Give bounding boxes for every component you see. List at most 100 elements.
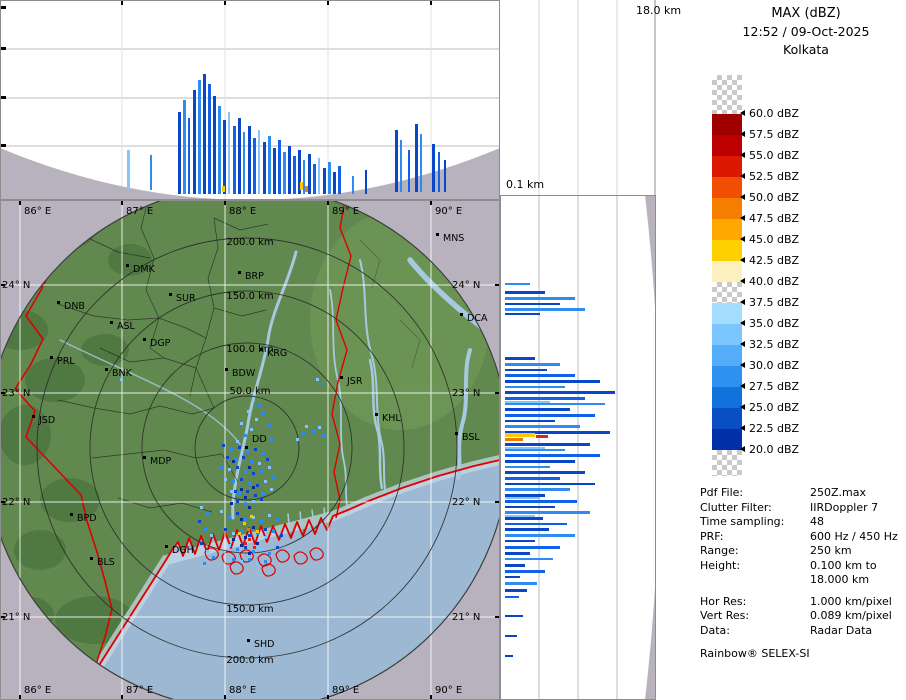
lat-label: 21° N: [452, 612, 480, 623]
scale-label: 30.0 dBZ: [749, 359, 799, 372]
city-label: BLS: [97, 557, 115, 568]
scale-label-row: 55.0 dBZ: [740, 149, 799, 161]
colorbar-block: [712, 345, 742, 366]
lon-label: 86° E: [24, 206, 51, 217]
city-label: BSL: [462, 432, 480, 443]
lon-label: 89° E: [332, 685, 359, 696]
info-value: 1.000 km/pixel: [810, 595, 892, 610]
info-value: 0.089 km/pixel: [810, 609, 892, 624]
city-marker: [110, 321, 113, 324]
city-marker: [238, 271, 241, 274]
scale-tick-icon: [740, 404, 745, 410]
scale-label: 57.5 dBZ: [749, 128, 799, 141]
scale-tick-icon: [740, 131, 745, 137]
legend-panel: MAX (dBZ) 12:52 / 09-Oct-2025 Kolkata: [656, 0, 906, 700]
city-marker: [50, 356, 53, 359]
info-value: 250 km: [810, 544, 852, 559]
colorbar-block: [712, 198, 742, 219]
range-ring-label: 150.0 km: [226, 291, 273, 302]
city-label: BRP: [245, 271, 264, 282]
city-label: SUR: [176, 293, 196, 304]
scale-label-row: 45.0 dBZ: [740, 233, 799, 245]
scale-tick-icon: [740, 425, 745, 431]
info-spacer: [700, 588, 906, 595]
colorbar-block-gap: [712, 282, 742, 303]
city-label: MDP: [150, 456, 172, 467]
colorbar-block-above-max: [712, 75, 742, 114]
range-ring-label: 200.0 km: [226, 655, 273, 666]
scale-label: 25.0 dBZ: [749, 401, 799, 414]
info-value: 0.100 km to: [810, 559, 877, 574]
city-label: ASL: [117, 321, 136, 332]
info-row: Range:250 km: [700, 544, 906, 559]
city-marker: [126, 264, 129, 267]
range-ring-label: 200.0 km: [226, 237, 273, 248]
info-row: Height:0.100 km to: [700, 559, 906, 574]
colorbar-block: [712, 135, 742, 156]
lat-label: 21° N: [2, 612, 30, 623]
info-value: IIRDoppler 7: [810, 501, 878, 516]
radar-display-root: 18.0 km 0.1 km: [0, 0, 906, 700]
scale-label-row: 40.0 dBZ: [740, 275, 799, 287]
info-label: Hor Res:: [700, 595, 810, 610]
scale-label: 45.0 dBZ: [749, 233, 799, 246]
scale-label: 52.5 dBZ: [749, 170, 799, 183]
city-label: DGH: [172, 545, 194, 556]
city-marker: [143, 456, 146, 459]
height-axis-min-label: 0.1 km: [506, 178, 544, 191]
lat-label: 22° N: [2, 497, 30, 508]
scale-label: 20.0 dBZ: [749, 443, 799, 456]
city-marker: [57, 301, 60, 304]
info-label: Data:: [700, 624, 810, 639]
scale-label-row: 27.5 dBZ: [740, 380, 799, 392]
city-label: DGP: [150, 338, 171, 349]
city-marker: [460, 313, 463, 316]
scale-label-row: 30.0 dBZ: [740, 359, 799, 371]
info-row: Data:Radar Data: [700, 624, 906, 639]
city-marker: [169, 293, 172, 296]
scale-label: 22.5 dBZ: [749, 422, 799, 435]
city-marker: [143, 338, 146, 341]
info-row: Hor Res:1.000 km/pixel: [700, 595, 906, 610]
colorbar-block: [712, 156, 742, 177]
scale-label-row: 35.0 dBZ: [740, 317, 799, 329]
colorbar-block: [712, 387, 742, 408]
scale-label-row: 50.0 dBZ: [740, 191, 799, 203]
city-marker: [90, 557, 93, 560]
city-marker: [375, 413, 378, 416]
legend-header: MAX (dBZ) 12:52 / 09-Oct-2025 Kolkata: [706, 6, 906, 57]
software-brand-label: Rainbow® SELEX-SI: [700, 647, 906, 660]
scale-label-row: 37.5 dBZ: [740, 296, 799, 308]
scale-tick-icon: [740, 299, 745, 305]
lon-label: 86° E: [24, 685, 51, 696]
colorbar-block: [712, 219, 742, 240]
lon-label: 89° E: [332, 206, 359, 217]
scale-label: 32.5 dBZ: [749, 338, 799, 351]
colorbar-block: [712, 429, 742, 450]
city-label: SHD: [254, 639, 275, 650]
city-marker: [247, 639, 250, 642]
city-label: KRG: [267, 348, 287, 359]
info-label: Pdf File:: [700, 486, 810, 501]
info-row: Vert Res:0.089 km/pixel: [700, 609, 906, 624]
scale-label-row: 57.5 dBZ: [740, 128, 799, 140]
info-label: Time sampling:: [700, 515, 810, 530]
range-ring-label: 150.0 km: [226, 604, 273, 615]
city-label: DCA: [467, 313, 488, 324]
colorbar-block: [712, 408, 742, 429]
info-row: Time sampling:48: [700, 515, 906, 530]
lon-label: 87° E: [126, 206, 153, 217]
info-label: Clutter Filter:: [700, 501, 810, 516]
height-axis-area: [500, 0, 656, 195]
colorbar-block: [712, 177, 742, 198]
scale-label: 60.0 dBZ: [749, 107, 799, 120]
city-marker: [436, 233, 439, 236]
scale-label-row: 47.5 dBZ: [740, 212, 799, 224]
scale-tick-icon: [740, 152, 745, 158]
scale-tick-icon: [740, 320, 745, 326]
colorbar-block-below-min: [712, 450, 742, 476]
lon-label: 88° E: [229, 685, 256, 696]
product-info-block: Pdf File:250Z.max Clutter Filter:IIRDopp…: [700, 486, 906, 660]
lat-label: 23° N: [2, 388, 30, 399]
lon-label: 90° E: [435, 206, 462, 217]
